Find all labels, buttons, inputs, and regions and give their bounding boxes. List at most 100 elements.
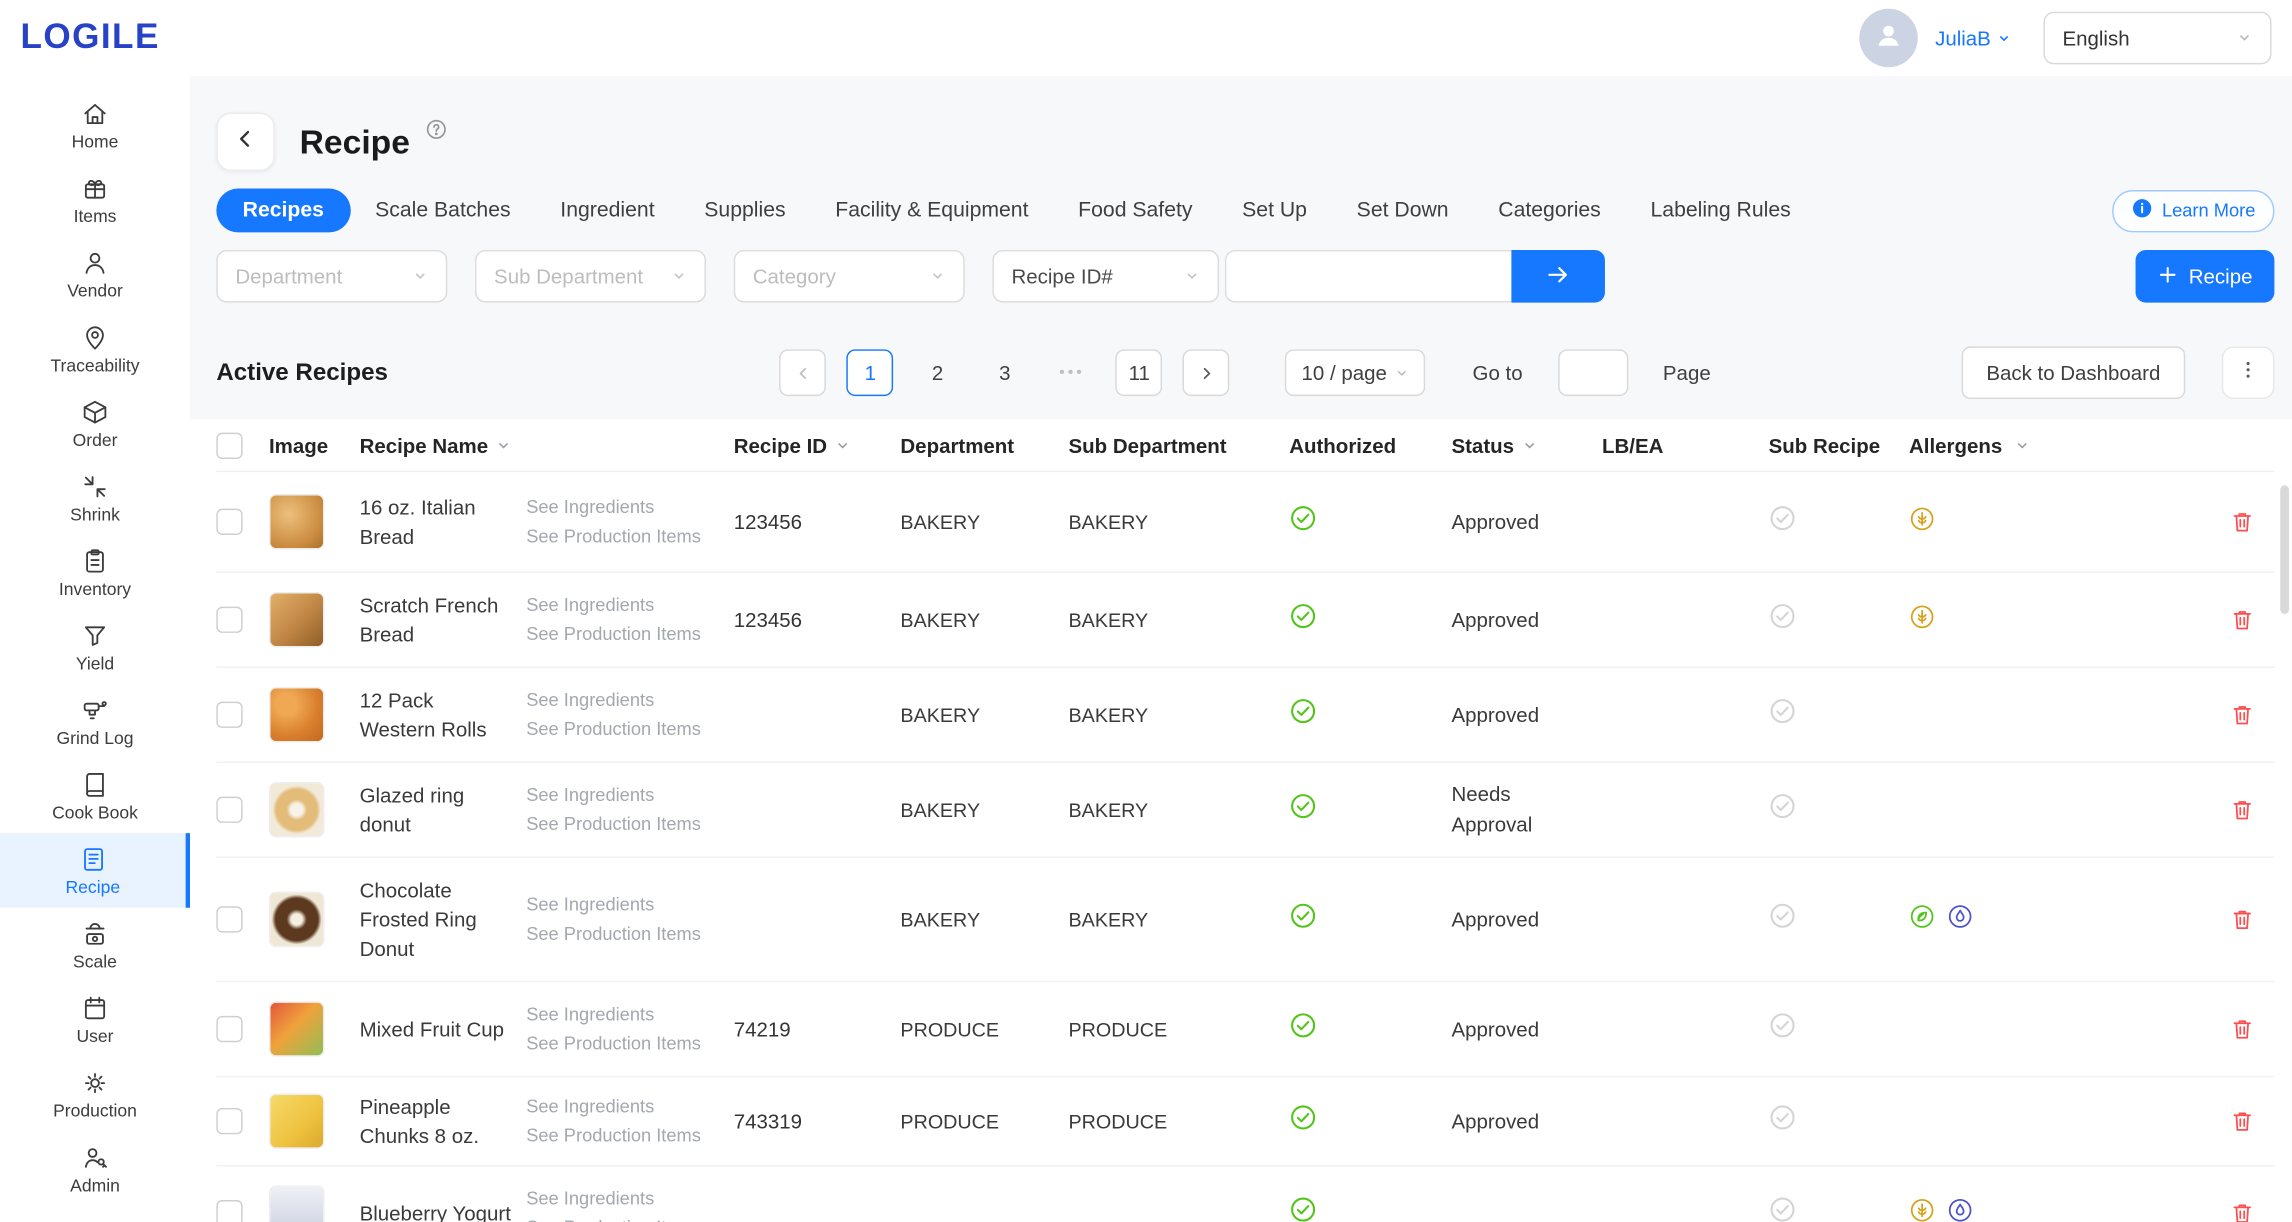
- pagination-ellipsis[interactable]: •••: [1049, 349, 1096, 396]
- delete-recipe-button[interactable]: [2222, 599, 2263, 640]
- sidebar-item-vendor[interactable]: Vendor: [0, 237, 190, 312]
- pagination-page-2[interactable]: 2: [914, 349, 961, 396]
- sidebar-item-yield[interactable]: Yield: [0, 610, 190, 685]
- sidebar-item-inventory[interactable]: Inventory: [0, 535, 190, 610]
- user-menu[interactable]: JuliaB: [1935, 26, 2011, 49]
- tab-scale-batches[interactable]: Scale Batches: [350, 189, 535, 233]
- tab-set-down[interactable]: Set Down: [1332, 189, 1474, 233]
- chevron-down-icon: [930, 265, 946, 288]
- column-recipe-name[interactable]: Recipe Name: [360, 433, 527, 456]
- row-checkbox[interactable]: [216, 509, 242, 535]
- recipe-image: [269, 892, 325, 948]
- sub-recipe-check-icon: [1769, 602, 1797, 637]
- sidebar-item-more[interactable]: [0, 1206, 190, 1222]
- sidebar-item-home[interactable]: Home: [0, 88, 190, 163]
- tab-set-up[interactable]: Set Up: [1217, 189, 1332, 233]
- allergen-wheat-icon: [1909, 603, 1935, 637]
- back-button[interactable]: [216, 113, 274, 171]
- department-select[interactable]: Department: [216, 250, 447, 303]
- row-checkbox[interactable]: [216, 1200, 242, 1222]
- row-checkbox[interactable]: [216, 797, 242, 823]
- tab-ingredient[interactable]: Ingredient: [535, 189, 679, 233]
- see-ingredients-link[interactable]: See Ingredients: [526, 594, 654, 616]
- recipe-image: [269, 687, 325, 743]
- see-production-items-link[interactable]: See Production Items: [526, 1125, 701, 1147]
- tab-categories[interactable]: Categories: [1473, 189, 1625, 233]
- pagination-page-1[interactable]: 1: [847, 349, 894, 396]
- column-status[interactable]: Status: [1451, 433, 1602, 456]
- pagination-prev-button[interactable]: [780, 349, 827, 396]
- sidebar-item-grind-log[interactable]: Grind Log: [0, 684, 190, 759]
- page-size-select[interactable]: 10 / page: [1285, 349, 1425, 396]
- delete-recipe-button[interactable]: [2222, 1009, 2263, 1050]
- delete-recipe-button[interactable]: [2222, 1193, 2263, 1222]
- tab-labeling-rules[interactable]: Labeling Rules: [1626, 189, 1816, 233]
- language-select[interactable]: English: [2043, 12, 2271, 65]
- see-production-items-link[interactable]: See Production Items: [526, 813, 701, 835]
- see-production-items-link[interactable]: See Production Items: [526, 525, 701, 547]
- sidebar-item-admin[interactable]: Admin: [0, 1131, 190, 1206]
- tab-food-safety[interactable]: Food Safety: [1053, 189, 1217, 233]
- row-checkbox[interactable]: [216, 906, 242, 932]
- row-checkbox[interactable]: [216, 607, 242, 633]
- sidebar-item-shrink[interactable]: Shrink: [0, 460, 190, 535]
- sidebar-item-items[interactable]: Items: [0, 162, 190, 237]
- see-ingredients-link[interactable]: See Ingredients: [526, 1188, 654, 1210]
- tab-supplies[interactable]: Supplies: [679, 189, 810, 233]
- column-allergens[interactable]: Allergens: [1909, 433, 2210, 456]
- filter-bar: Department Sub Department Category Recip…: [216, 250, 2274, 303]
- see-ingredients-link[interactable]: See Ingredients: [526, 1096, 654, 1118]
- pagination-next-button[interactable]: [1183, 349, 1230, 396]
- authorized-check-icon: [1289, 602, 1317, 637]
- row-checkbox[interactable]: [216, 1108, 242, 1134]
- see-production-items-link[interactable]: See Production Items: [526, 718, 701, 740]
- scrollbar-thumb[interactable]: [2280, 485, 2289, 614]
- see-ingredients-link[interactable]: See Ingredients: [526, 689, 654, 711]
- see-production-items-link[interactable]: See Production Items: [526, 923, 701, 945]
- goto-page-input[interactable]: [1558, 349, 1628, 396]
- help-icon[interactable]: [426, 118, 448, 140]
- add-recipe-button[interactable]: Recipe: [2136, 250, 2274, 303]
- tab-facility-equipment[interactable]: Facility & Equipment: [810, 189, 1053, 233]
- pagination-page-11[interactable]: 11: [1116, 349, 1163, 396]
- back-to-dashboard-button[interactable]: Back to Dashboard: [1961, 346, 2185, 399]
- search-submit-button[interactable]: [1511, 250, 1605, 303]
- allergen-wheat-icon: [1909, 505, 1935, 539]
- sub-department-select[interactable]: Sub Department: [475, 250, 706, 303]
- category-select[interactable]: Category: [734, 250, 965, 303]
- vendor-person-icon: [80, 248, 109, 277]
- more-actions-button[interactable]: [2222, 346, 2275, 399]
- recipe-id: 74219: [734, 1017, 901, 1040]
- pagination-page-3[interactable]: 3: [981, 349, 1028, 396]
- learn-more-button[interactable]: Learn More: [2112, 189, 2274, 231]
- tab-recipes[interactable]: Recipes: [216, 189, 350, 233]
- sidebar-item-production[interactable]: Production: [0, 1057, 190, 1132]
- delete-recipe-button[interactable]: [2222, 1101, 2263, 1142]
- delete-recipe-button[interactable]: [2222, 694, 2263, 735]
- user-avatar[interactable]: [1859, 9, 1917, 67]
- see-production-items-link[interactable]: See Production Items: [526, 1033, 701, 1055]
- search-input[interactable]: [1225, 250, 1511, 303]
- row-checkbox[interactable]: [216, 1016, 242, 1042]
- search-field-select[interactable]: Recipe ID#: [992, 250, 1219, 303]
- see-ingredients-link[interactable]: See Ingredients: [526, 1003, 654, 1025]
- see-ingredients-link[interactable]: See Ingredients: [526, 784, 654, 806]
- sidebar-item-recipe[interactable]: Recipe: [0, 833, 190, 908]
- sidebar: Home Items Vendor Traceability Order Shr…: [0, 76, 190, 1222]
- delete-recipe-button[interactable]: [2222, 501, 2263, 542]
- see-production-items-link[interactable]: See Production Items: [526, 1217, 701, 1222]
- sidebar-item-order[interactable]: Order: [0, 386, 190, 461]
- sidebar-item-traceability[interactable]: Traceability: [0, 311, 190, 386]
- row-checkbox[interactable]: [216, 702, 242, 728]
- select-all-checkbox[interactable]: [216, 432, 242, 458]
- delete-recipe-button[interactable]: [2222, 899, 2263, 940]
- sidebar-item-scale[interactable]: Scale: [0, 908, 190, 983]
- department: PRODUCE: [900, 1110, 1068, 1132]
- see-ingredients-link[interactable]: See Ingredients: [526, 496, 654, 518]
- sidebar-item-cook-book[interactable]: Cook Book: [0, 759, 190, 834]
- see-ingredients-link[interactable]: See Ingredients: [526, 894, 654, 916]
- sidebar-item-user[interactable]: User: [0, 982, 190, 1057]
- delete-recipe-button[interactable]: [2222, 789, 2263, 830]
- column-recipe-id[interactable]: Recipe ID: [734, 433, 901, 456]
- see-production-items-link[interactable]: See Production Items: [526, 623, 701, 645]
